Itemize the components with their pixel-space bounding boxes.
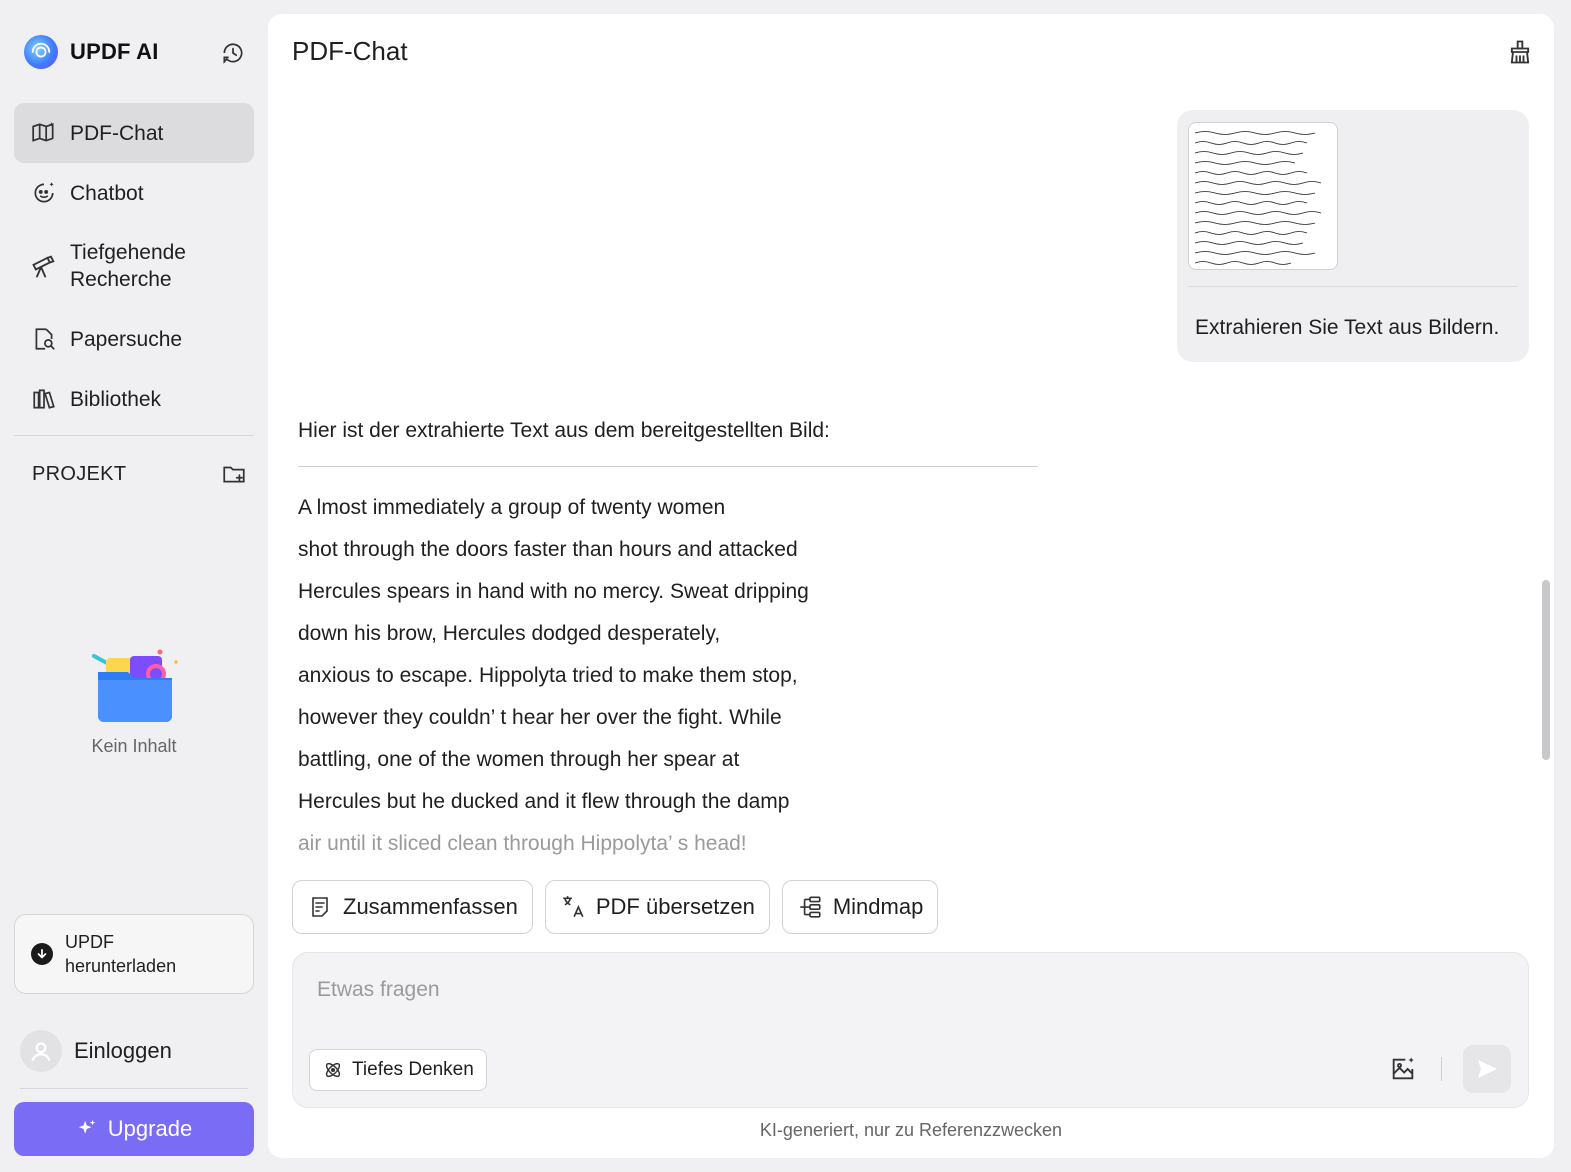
translate-icon	[560, 894, 586, 920]
extracted-line: anxious to escape. Hippolyta tried to ma…	[298, 664, 798, 687]
sidebar-item-pdf-chat[interactable]: PDF-Chat	[14, 103, 254, 163]
sparkle-icon	[76, 1118, 98, 1140]
mindmap-label: Mindmap	[832, 894, 924, 919]
sidebar-item-label: Chatbot	[70, 181, 144, 205]
upload-image-button[interactable]	[1387, 1053, 1419, 1085]
extracted-line: Hercules but he ducked and it flew throu…	[298, 790, 790, 813]
login-button[interactable]: Einloggen	[20, 1030, 172, 1072]
bot-face-icon	[30, 179, 58, 207]
login-label: Einloggen	[74, 1038, 172, 1063]
sidebar: UPDF AI PDF-Chat Chatbot Tiefgehende Rec…	[0, 0, 268, 1172]
translate-pdf-button[interactable]: PDF übersetzen	[544, 880, 770, 934]
quick-actions: Zusammenfassen PDF übersetzen Mindmap	[292, 880, 939, 934]
deep-thinking-toggle[interactable]: Tiefes Denken	[309, 1049, 487, 1091]
sidebar-item-bibliothek[interactable]: Bibliothek	[14, 369, 254, 429]
empty-state-text: Kein Inhalt	[91, 736, 177, 756]
translate-label: PDF übersetzen	[595, 894, 755, 919]
chat-panel: PDF-Chat Extrahieren Sie Text aus Bilder…	[268, 14, 1554, 1158]
telescope-icon	[30, 252, 58, 280]
empty-folder-illustration-icon	[86, 646, 182, 726]
folder-add-icon	[223, 466, 245, 483]
updf-ai-logo-icon	[24, 35, 58, 69]
download-updf-button[interactable]: UPDF herunterladen	[14, 914, 254, 994]
summarize-label: Zusammenfassen	[343, 894, 518, 919]
sidebar-item-label: PDF-Chat	[70, 121, 164, 145]
composer-divider	[1441, 1057, 1442, 1081]
chat-scrollbar[interactable]	[1542, 580, 1550, 760]
disclaimer-text: KI-generiert, nur zu Referenzzwecken	[759, 1120, 1063, 1140]
project-label: PROJEKT	[32, 462, 127, 485]
sidebar-item-chatbot[interactable]: Chatbot	[14, 163, 254, 223]
extracted-line: A lmost immediately a group of twenty wo…	[298, 496, 726, 519]
sidebar-item-deep-research[interactable]: Tiefgehende Recherche	[14, 223, 254, 309]
summarize-button[interactable]: Zusammenfassen	[292, 880, 533, 934]
sidebar-item-label: Tiefgehende Recherche	[70, 241, 186, 291]
answer-intro: Hier ist der extrahierte Text aus dem be…	[298, 419, 830, 442]
upgrade-label: Upgrade	[107, 1116, 193, 1141]
paper-search-icon	[30, 325, 58, 353]
download-icon	[31, 943, 53, 965]
atom-icon	[322, 1059, 344, 1081]
extracted-line: down his brow, Hercules dodged desperate…	[298, 622, 721, 645]
assistant-answer: Hier ist der extrahierte Text aus dem be…	[298, 416, 1078, 865]
extracted-line: however they couldn’ t hear her over the…	[298, 706, 782, 729]
sidebar-bottom-divider	[20, 1088, 248, 1089]
extracted-line: battling, one of the women through her s…	[298, 748, 740, 771]
sidebar-divider	[14, 435, 254, 436]
avatar-icon	[20, 1030, 62, 1072]
send-button[interactable]	[1463, 1045, 1511, 1093]
extracted-line: shot through the doors faster than hours…	[298, 538, 798, 561]
summary-icon	[307, 894, 333, 920]
extracted-line: air until it sliced clean through Hippol…	[298, 832, 747, 855]
mindmap-icon	[797, 894, 823, 920]
page-title: PDF-Chat	[292, 36, 408, 66]
sidebar-item-papersuche[interactable]: Papersuche	[14, 309, 254, 369]
sidebar-item-label: Papersuche	[70, 327, 183, 351]
bubble-divider	[1188, 286, 1518, 287]
project-section-header: PROJEKT	[32, 458, 248, 490]
history-button[interactable]	[219, 39, 247, 67]
extracted-line: Hercules spears in hand with no mercy. S…	[298, 580, 809, 603]
deep-thinking-label: Tiefes Denken	[352, 1059, 474, 1080]
user-message-bubble: Extrahieren Sie Text aus Bildern.	[1177, 110, 1529, 362]
history-icon	[223, 43, 243, 64]
ask-input[interactable]	[317, 973, 1317, 1007]
mindmap-button[interactable]: Mindmap	[781, 880, 939, 934]
sidebar-nav: PDF-Chat Chatbot Tiefgehende Recherche P…	[14, 103, 254, 429]
upgrade-button[interactable]: Upgrade	[14, 1102, 254, 1156]
book-sparkle-icon	[30, 119, 58, 147]
broom-icon	[1510, 40, 1530, 64]
brand: UPDF AI	[24, 34, 159, 70]
extracted-text: A lmost immediately a group of twenty wo…	[298, 487, 1078, 865]
answer-divider	[298, 466, 1038, 467]
image-sparkle-icon	[1392, 1057, 1414, 1080]
sidebar-item-label: Bibliothek	[70, 387, 162, 411]
attached-image-thumbnail[interactable]	[1188, 122, 1338, 270]
send-icon	[1478, 1060, 1497, 1078]
library-icon	[30, 385, 58, 413]
download-label: UPDF herunterladen	[65, 932, 177, 976]
brand-name: UPDF AI	[70, 39, 159, 64]
user-message-text: Extrahieren Sie Text aus Bildern.	[1195, 316, 1500, 339]
new-project-button[interactable]	[220, 460, 248, 488]
chat-composer: Tiefes Denken	[292, 952, 1529, 1108]
clear-chat-button[interactable]	[1504, 36, 1536, 68]
